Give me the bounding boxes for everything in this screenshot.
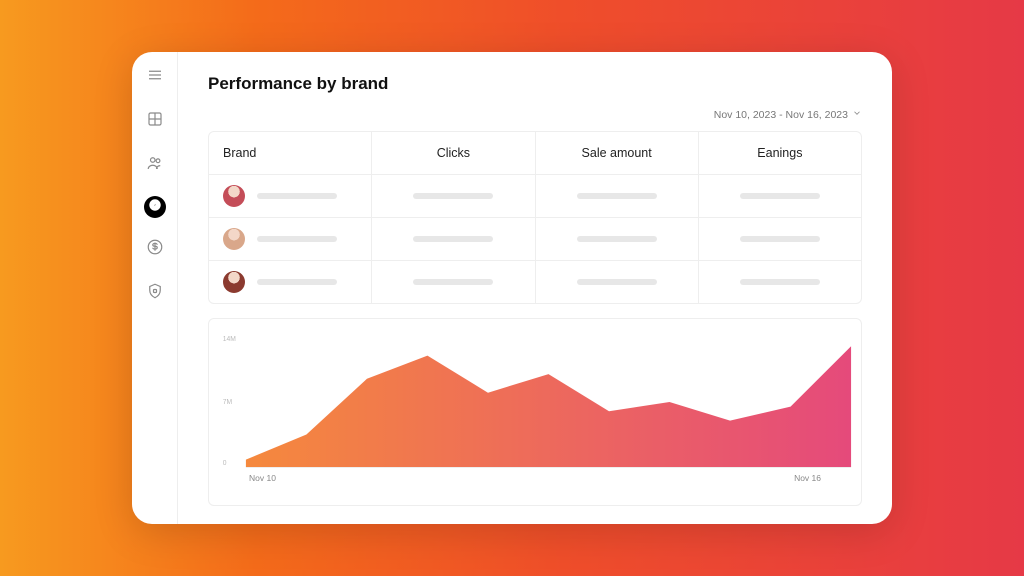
placeholder (413, 193, 493, 199)
chevron-down-icon (852, 108, 862, 121)
y-tick-top: 14M (223, 336, 236, 343)
performance-chart: 14M 7M 0 Nov 10 Nov 16 (208, 318, 862, 506)
sidebar-item-brands[interactable] (142, 152, 168, 178)
placeholder (413, 279, 493, 285)
placeholder (577, 193, 657, 199)
placeholder (577, 279, 657, 285)
date-range-label: Nov 10, 2023 - Nov 16, 2023 (714, 109, 848, 121)
placeholder (740, 279, 820, 285)
col-earnings: Eanings (699, 132, 861, 174)
y-tick-mid: 7M (223, 399, 233, 406)
avatar (223, 271, 245, 293)
placeholder (257, 193, 337, 199)
grid-icon (146, 110, 164, 133)
avatar (223, 185, 245, 207)
page-title: Performance by brand (208, 74, 862, 94)
x-tick-end: Nov 16 (794, 473, 821, 483)
sidebar-item-explore[interactable] (144, 196, 166, 218)
x-tick-start: Nov 10 (249, 473, 276, 483)
sidebar-item-home[interactable] (142, 108, 168, 134)
placeholder (257, 236, 337, 242)
placeholder (740, 236, 820, 242)
col-sale: Sale amount (536, 132, 699, 174)
dollar-icon (146, 238, 164, 261)
table-row[interactable] (209, 175, 861, 218)
sidebar-item-menu[interactable] (142, 64, 168, 90)
avatar (223, 228, 245, 250)
compass-icon (148, 198, 162, 217)
placeholder (413, 236, 493, 242)
col-clicks: Clicks (372, 132, 535, 174)
col-brand: Brand (209, 132, 372, 174)
placeholder (257, 279, 337, 285)
y-tick-bot: 0 (223, 460, 227, 467)
area-chart: 14M 7M 0 (217, 329, 853, 469)
table-row[interactable] (209, 218, 861, 261)
date-range-picker[interactable]: Nov 10, 2023 - Nov 16, 2023 (714, 108, 862, 121)
users-icon (146, 154, 164, 177)
x-axis: Nov 10 Nov 16 (217, 469, 853, 483)
placeholder (577, 236, 657, 242)
chart-area (246, 346, 851, 467)
table-row[interactable] (209, 261, 861, 303)
placeholder (740, 193, 820, 199)
menu-icon (146, 66, 164, 89)
main-content: Performance by brand Nov 10, 2023 - Nov … (178, 52, 892, 524)
sidebar-item-payouts[interactable] (142, 236, 168, 262)
app-window: Performance by brand Nov 10, 2023 - Nov … (132, 52, 892, 524)
table-header: Brand Clicks Sale amount Eanings (209, 132, 861, 175)
sidebar (132, 52, 178, 524)
shield-icon (146, 282, 164, 305)
sidebar-item-privacy[interactable] (142, 280, 168, 306)
performance-table: Brand Clicks Sale amount Eanings (208, 131, 862, 304)
